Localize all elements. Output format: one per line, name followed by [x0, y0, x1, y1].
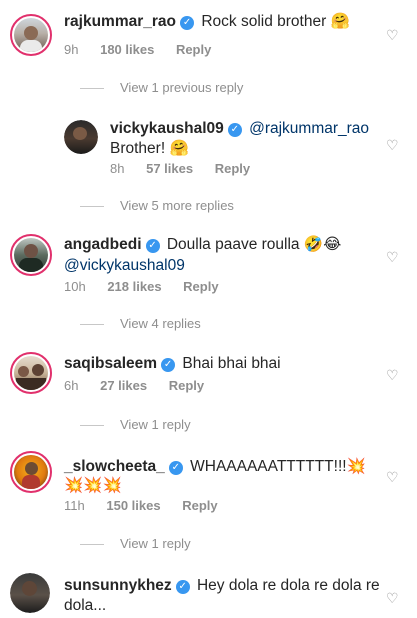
comment-text-continued: 💥💥💥 [64, 477, 122, 494]
username[interactable]: angadbedi [64, 236, 142, 253]
view-replies[interactable]: View 4 replies [80, 316, 201, 331]
view-previous-replies[interactable]: View 1 previous reply [80, 80, 243, 95]
verified-badge-icon: ✓ [168, 461, 183, 475]
username[interactable]: vickykaushal09 [110, 120, 224, 137]
reply-button[interactable]: Reply [183, 279, 218, 294]
avatar[interactable] [10, 234, 52, 276]
divider-line [80, 324, 104, 326]
comment-text: Rock solid brother 🤗 [201, 13, 350, 30]
comment-text: Hey dola re dola re dola re [196, 577, 380, 594]
comment-time: 9h [64, 42, 79, 57]
mention-link[interactable]: @vickykaushal09 [64, 257, 185, 274]
avatar[interactable] [10, 451, 52, 493]
divider-line [80, 206, 104, 208]
view-replies[interactable]: View 1 reply [80, 417, 191, 432]
heart-outline-icon[interactable]: ♡ [386, 470, 400, 484]
username[interactable]: rajkummar_rao [64, 13, 176, 30]
username[interactable]: saqibsaleem [64, 355, 157, 372]
comment-text: Brother! 🤗 [110, 140, 189, 157]
verified-badge-icon: ✓ [227, 123, 242, 137]
heart-outline-icon[interactable]: ♡ [386, 591, 400, 605]
like-count[interactable]: 180 likes [100, 42, 154, 57]
username[interactable]: sunsunnykhez [64, 577, 172, 594]
comment-text: WHAAAAAATTTTTT!!!💥 [190, 458, 366, 475]
reply-button[interactable]: Reply [215, 161, 250, 176]
avatar[interactable] [10, 573, 50, 613]
like-count[interactable]: 150 likes [106, 498, 160, 513]
comment-text: Doulla paave roulla 🤣😂 [166, 236, 342, 253]
divider-line [80, 544, 104, 546]
divider-line [80, 425, 104, 427]
reply-button[interactable]: Reply [176, 42, 211, 57]
comment-text-continued: dola... [64, 597, 107, 614]
comment-time: 11h [64, 498, 85, 513]
reply-button[interactable]: Reply [169, 378, 204, 393]
verified-badge-icon: ✓ [175, 580, 190, 594]
reply-button[interactable]: Reply [182, 498, 217, 513]
verified-badge-icon: ✓ [180, 16, 195, 30]
avatar[interactable] [10, 14, 52, 56]
heart-outline-icon[interactable]: ♡ [386, 138, 400, 152]
comment-time: 6h [64, 378, 79, 393]
verified-badge-icon: ✓ [145, 239, 160, 253]
avatar[interactable] [10, 352, 52, 394]
avatar[interactable] [64, 120, 98, 154]
username[interactable]: _slowcheeta_ [64, 458, 165, 475]
view-more-replies[interactable]: View 5 more replies [80, 198, 234, 213]
like-count[interactable]: 57 likes [146, 161, 193, 176]
divider-line [80, 88, 104, 90]
heart-outline-icon[interactable]: ♡ [386, 368, 400, 382]
heart-outline-icon[interactable]: ♡ [386, 28, 400, 42]
like-count[interactable]: 27 likes [100, 378, 147, 393]
comment-time: 10h [64, 279, 86, 294]
comment-text: Bhai bhai bhai [182, 355, 281, 372]
verified-badge-icon: ✓ [161, 358, 176, 372]
comment-time: 8h [110, 161, 125, 176]
view-replies[interactable]: View 1 reply [80, 536, 191, 551]
heart-outline-icon[interactable]: ♡ [386, 250, 400, 264]
mention-link[interactable]: @rajkummar_rao [249, 120, 369, 137]
like-count[interactable]: 218 likes [107, 279, 161, 294]
